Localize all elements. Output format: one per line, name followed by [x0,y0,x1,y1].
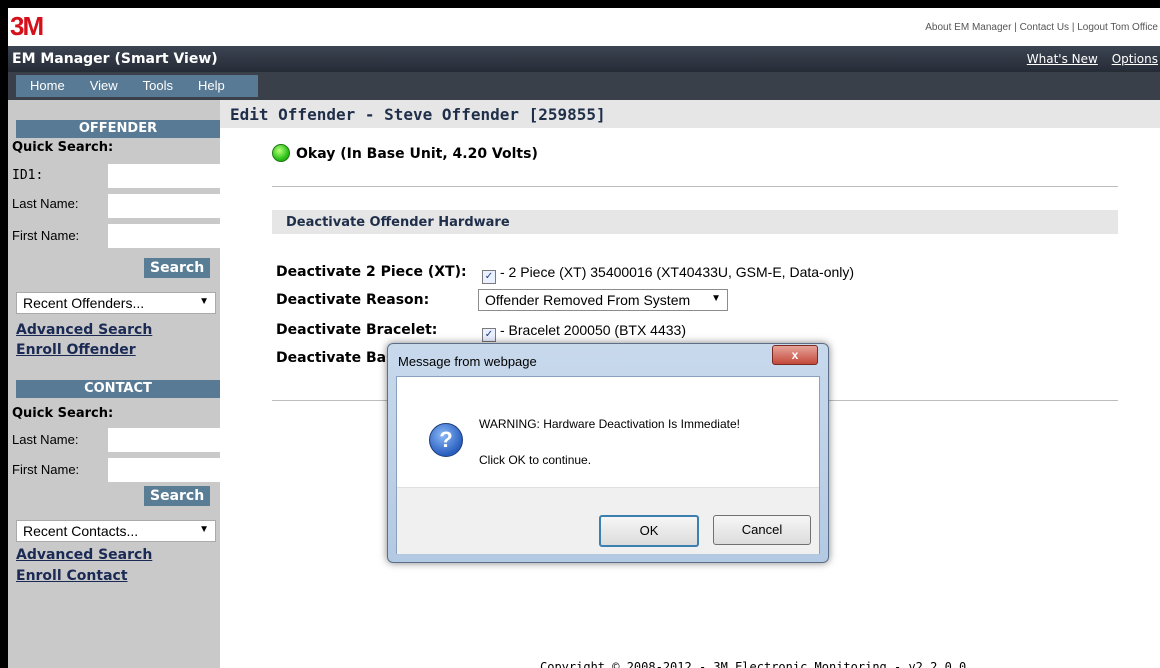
chevron-down-icon: ▼ [199,296,209,307]
status-text: Okay (In Base Unit, 4.20 Volts) [296,146,538,162]
offender-quick-search-label: Quick Search: [12,140,114,155]
deactivate-base-label: Deactivate Bas [276,350,395,366]
page-title: Edit Offender - Steve Offender [259855] [230,105,606,124]
app-title: EM Manager (Smart View) [12,51,218,67]
contact-search-button[interactable]: Search [144,486,211,506]
chevron-down-icon: ▼ [711,293,721,304]
copyright-footer: Copyright © 2008-2012 - 3M Electronic Mo… [540,660,967,668]
menu-view[interactable]: View [76,75,129,97]
app-title-bar: EM Manager (Smart View) What's New Optio… [8,46,1160,72]
divider [272,186,1118,187]
cancel-button[interactable]: Cancel [713,515,811,545]
dialog-submessage: Click OK to continue. [479,453,592,467]
edit-header: Edit Offender - Steve Offender [259855] [220,100,1160,128]
whats-new-link[interactable]: What's New [1027,52,1098,66]
offender-advanced-search-link[interactable]: Advanced Search [16,322,152,338]
contact-last-name-label: Last Name: [12,432,79,447]
deactivate-2piece-label: Deactivate 2 Piece (XT): [276,264,467,280]
2piece-checkbox[interactable]: ✓ [482,270,496,284]
question-icon: ? [429,423,463,457]
3m-logo: 3M [10,11,44,41]
deactivate-bracelet-value: ✓ - Bracelet 200050 (BTX 4433) [482,322,686,342]
close-icon[interactable]: x [772,345,818,365]
top-bar: 3M About EM Manager | Contact Us | Logou… [8,8,1160,46]
contact-last-name-input[interactable] [108,428,222,452]
contact-advanced-search-link[interactable]: Advanced Search [16,547,152,563]
section-header: Deactivate Offender Hardware [272,210,1118,234]
deactivate-bracelet-label: Deactivate Bracelet: [276,322,438,338]
menu-group: Home View Tools Help [16,75,258,97]
contact-header: CONTACT [16,380,220,398]
recent-offenders-select[interactable]: Recent Offenders... ▼ [16,292,216,314]
offender-first-name-input[interactable] [108,224,222,248]
enroll-offender-link[interactable]: Enroll Offender [16,342,136,358]
title-links: What's New Options [1017,52,1158,66]
dialog-body: ? WARNING: Hardware Deactivation Is Imme… [396,376,820,554]
recent-contacts-select[interactable]: Recent Contacts... ▼ [16,520,216,542]
enroll-contact-link[interactable]: Enroll Contact [16,568,128,584]
menu-home[interactable]: Home [16,75,76,97]
dialog-title: Message from webpage [398,354,537,369]
sidebar: OFFENDER Quick Search: ID1: Last Name: F… [8,100,222,668]
deactivate-reason-label: Deactivate Reason: [276,292,430,308]
deactivate-reason-select[interactable]: Offender Removed From System ▼ [478,289,728,311]
contact-first-name-input[interactable] [108,458,222,482]
menu-tools[interactable]: Tools [129,75,184,97]
menu-bar: Home View Tools Help [8,72,1160,100]
offender-header: OFFENDER [16,120,220,138]
top-links[interactable]: About EM Manager | Contact Us | Logout T… [925,22,1158,33]
chevron-down-icon: ▼ [199,524,209,535]
offender-first-name-label: First Name: [12,228,80,243]
offender-last-name-input[interactable] [108,194,222,218]
options-link[interactable]: Options [1112,52,1158,66]
id1-label: ID1: [12,168,44,183]
deactivate-2piece-value: ✓ - 2 Piece (XT) 35400016 (XT40433U, GSM-… [482,264,854,284]
menu-help[interactable]: Help [184,75,236,97]
dialog-message: WARNING: Hardware Deactivation Is Immedi… [479,417,740,431]
contact-quick-search-label: Quick Search: [12,406,114,421]
browser-page: 3M About EM Manager | Contact Us | Logou… [8,8,1160,668]
message-dialog: Message from webpage x ? WARNING: Hardwa… [387,343,829,563]
ok-button[interactable]: OK [599,515,699,547]
offender-search-button[interactable]: Search [144,258,211,278]
id1-input[interactable] [108,164,222,188]
offender-last-name-label: Last Name: [12,196,79,211]
contact-first-name-label: First Name: [12,462,80,477]
bracelet-checkbox[interactable]: ✓ [482,328,496,342]
status-ok-icon [272,144,290,162]
